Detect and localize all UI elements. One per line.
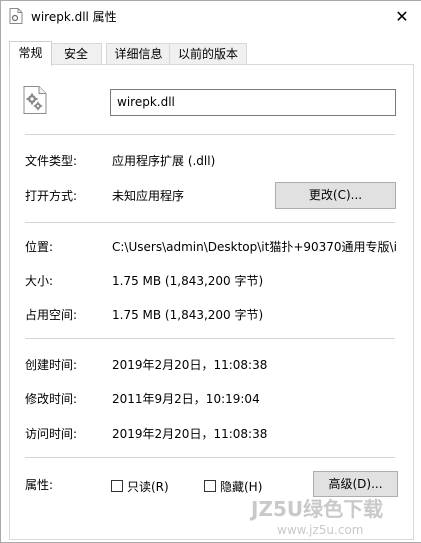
separator [25, 134, 395, 135]
hidden-checkbox-label[interactable]: 隐藏(H) [220, 478, 262, 495]
watermark-url: www.jz5u.com [277, 523, 363, 537]
separator [25, 222, 395, 223]
size-on-disk-value: 1.75 MB (1,843,200 字节) [112, 308, 264, 322]
opens-with-label: 打开方式: [25, 189, 78, 203]
tab-general[interactable]: 常规 [9, 41, 52, 66]
tab-security[interactable]: 安全 [50, 43, 102, 64]
dll-file-icon [9, 8, 23, 24]
file-name-field[interactable]: wirepk.dll [110, 89, 396, 116]
size-value: 1.75 MB (1,843,200 字节) [112, 274, 264, 288]
tab-previous-versions[interactable]: 以前的版本 [169, 43, 247, 64]
opens-with-value: 未知应用程序 [112, 189, 185, 203]
accessed-value: 2019年2月20日，11:08:38 [112, 427, 268, 441]
file-type-value: 应用程序扩展 (.dll) [112, 154, 216, 168]
watermark-logo-text: JZ5U绿色下载 [249, 497, 383, 521]
readonly-checkbox-label[interactable]: 只读(R) [127, 478, 169, 495]
location-value: C:\Users\admin\Desktop\it猫扑+90370通用专版\i9 [112, 240, 397, 254]
readonly-checkbox[interactable] [111, 480, 123, 492]
location-label: 位置: [25, 240, 54, 254]
title-bar[interactable]: wirepk.dll 属性 ✕ [1, 1, 421, 31]
change-button[interactable]: 更改(C)... [275, 182, 396, 209]
created-label: 创建时间: [25, 358, 78, 372]
separator [25, 457, 395, 458]
size-label: 大小: [25, 274, 54, 288]
general-tab-panel [9, 64, 414, 540]
modified-label: 修改时间: [25, 392, 78, 406]
created-value: 2019年2月20日，11:08:38 [112, 358, 268, 372]
attributes-label: 属性: [25, 478, 54, 492]
file-type-label: 文件类型: [25, 154, 78, 168]
accessed-label: 访问时间: [25, 427, 78, 441]
window-title: wirepk.dll 属性 [31, 10, 117, 24]
size-on-disk-label: 占用空间: [25, 308, 78, 322]
close-button[interactable]: ✕ [387, 3, 417, 29]
hidden-checkbox[interactable] [204, 480, 216, 492]
tab-details[interactable]: 详细信息 [106, 43, 171, 64]
separator [25, 338, 395, 339]
dll-file-gear-icon [23, 86, 47, 114]
close-icon: ✕ [395, 6, 409, 26]
properties-dialog: wirepk.dll 属性 ✕ 常规 安全 详细信息 以前的版本 wirepk.… [0, 0, 421, 543]
modified-value: 2011年9月2日，10:19:04 [112, 392, 260, 406]
site-watermark: JZ5U绿色下载 www.jz5u.com [249, 497, 383, 537]
